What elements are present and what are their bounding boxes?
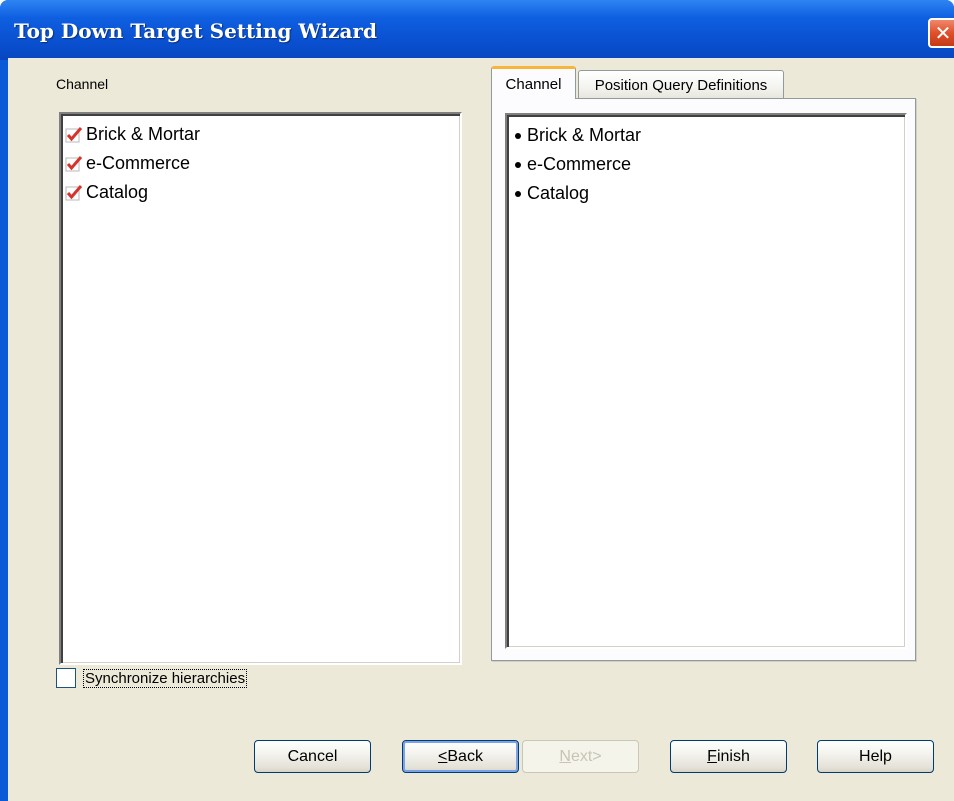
wizard-window: Top Down Target Setting Wizard ✕ Channel… (0, 0, 954, 801)
next-mnemonic: N (559, 747, 571, 765)
list-item-label: e-Commerce (527, 154, 632, 174)
next-button[interactable]: Next> (522, 740, 639, 773)
list-item-label: Brick & Mortar (527, 125, 642, 145)
channel-item-catalog[interactable]: Catalog (65, 178, 460, 207)
back-button[interactable]: < Back (402, 740, 519, 773)
close-icon: ✕ (934, 21, 952, 45)
finish-button[interactable]: Finish (670, 740, 787, 773)
close-button[interactable]: ✕ (928, 18, 954, 48)
list-item[interactable]: e-Commerce (511, 150, 905, 179)
window-title: Top Down Target Setting Wizard (14, 19, 377, 43)
help-button[interactable]: Help (817, 740, 934, 773)
channel-item-label: Catalog (86, 182, 149, 202)
channel-item-ecommerce[interactable]: e-Commerce (65, 149, 460, 178)
channel-list[interactable]: Brick & Mortar e-Commerce Catalog (505, 113, 907, 649)
next-label: ext> (570, 747, 602, 765)
list-item-label: Catalog (527, 183, 590, 203)
back-mnemonic: < (438, 747, 448, 765)
checkmark-icon[interactable] (65, 155, 83, 173)
tab-position-query-definitions[interactable]: Position Query Definitions (578, 70, 784, 99)
list-item[interactable]: Brick & Mortar (511, 121, 905, 150)
bullet-icon (515, 161, 521, 168)
dialog-body: Channel Brick & Mortar e-Commerce Catalo… (8, 58, 954, 801)
checkmark-icon[interactable] (65, 184, 83, 202)
synchronize-hierarchies-label[interactable]: Synchronize hierarchies (83, 668, 248, 688)
channel-item-brick-mortar[interactable]: Brick & Mortar (65, 120, 460, 149)
channel-group-label: Channel (56, 76, 109, 92)
back-label: Back (447, 747, 483, 765)
channel-item-label: e-Commerce (86, 153, 191, 173)
finish-mnemonic: F (707, 747, 717, 765)
title-bar[interactable]: Top Down Target Setting Wizard ✕ (0, 0, 954, 60)
channel-tree[interactable]: Brick & Mortar e-Commerce Catalog (59, 112, 462, 665)
synchronize-hierarchies-checkbox[interactable] (56, 668, 76, 688)
list-item[interactable]: Catalog (511, 179, 905, 208)
finish-label: inish (716, 747, 750, 765)
tab-channel[interactable]: Channel (491, 66, 576, 99)
bullet-icon (515, 132, 521, 139)
checkmark-icon[interactable] (65, 126, 83, 144)
channel-item-label: Brick & Mortar (86, 124, 201, 144)
cancel-button[interactable]: Cancel (254, 740, 371, 773)
synchronize-hierarchies-option[interactable]: Synchronize hierarchies (56, 666, 248, 690)
bullet-icon (515, 190, 521, 197)
